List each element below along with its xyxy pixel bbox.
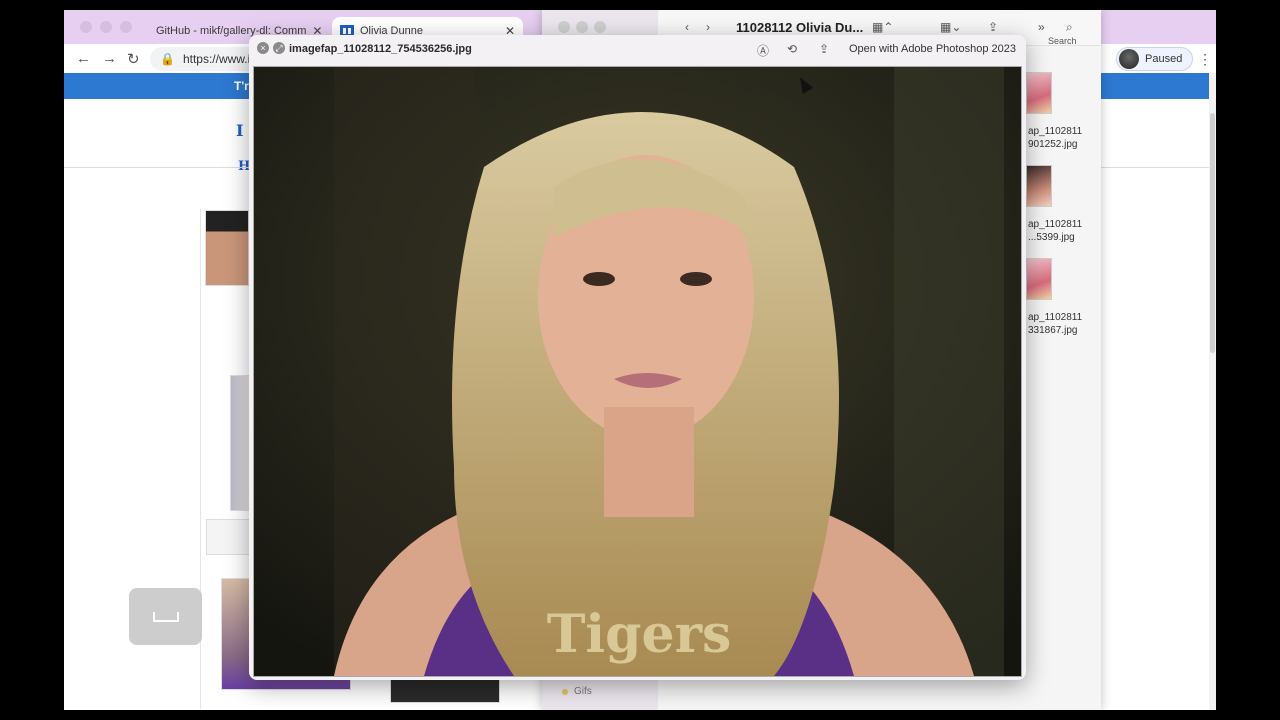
gallery-caption-box xyxy=(206,519,250,555)
open-with-photoshop-button[interactable]: Open with Adobe Photoshop 2023 xyxy=(849,43,1016,55)
file-name-line2: ...5399.jpg xyxy=(1028,232,1075,243)
search-icon[interactable]: ⌕ xyxy=(1066,20,1073,35)
close-icon[interactable]: × xyxy=(257,42,269,54)
back-arrow-icon[interactable]: ← xyxy=(76,50,91,67)
folder-icon xyxy=(562,689,568,695)
share-icon[interactable]: ⇪ xyxy=(988,20,998,34)
spacebar-key-overlay-icon xyxy=(129,588,202,645)
lock-icon: 🔒 xyxy=(160,52,175,66)
page-scrollbar[interactable] xyxy=(1209,73,1216,710)
file-thumbnail[interactable] xyxy=(1026,258,1052,300)
quick-look-toolbar: × ⤢ imagefap_11028112_754536256.jpg Ⓐ ⟲ … xyxy=(249,35,1026,63)
group-icon[interactable]: ▦⌄ xyxy=(940,20,961,34)
desktop-screen: GitHub - mikf/gallery-dl: Comm ✕ Olivia … xyxy=(64,10,1216,710)
back-chevron-icon[interactable]: ‹ xyxy=(685,20,689,34)
file-name-line2: 331867.jpg xyxy=(1028,325,1078,336)
preview-photo: Tigers xyxy=(253,66,1022,677)
rotate-icon[interactable]: ⟲ xyxy=(787,42,797,56)
site-heading: I xyxy=(236,121,244,140)
maximize-window-button[interactable] xyxy=(120,21,132,33)
share-icon[interactable]: ⇪ xyxy=(819,42,829,56)
close-window-button[interactable] xyxy=(80,21,92,33)
portrait-photo: Tigers xyxy=(254,67,1021,676)
fullscreen-icon[interactable]: ⤢ xyxy=(273,42,285,54)
forward-chevron-icon[interactable]: › xyxy=(706,20,710,34)
view-grid-icon[interactable]: ▦⌃ xyxy=(872,20,893,34)
scrollbar-thumb[interactable] xyxy=(1210,113,1215,353)
banner-text: T'r xyxy=(234,79,249,93)
file-name-line2: 901252.jpg xyxy=(1028,139,1078,150)
quick-look-filename: imagefap_11028112_754536256.jpg xyxy=(289,43,472,55)
maximize-window-button[interactable] xyxy=(594,21,606,33)
quick-look-window: × ⤢ imagefap_11028112_754536256.jpg Ⓐ ⟲ … xyxy=(249,35,1026,680)
finder-title: 11028112 Olivia Du... xyxy=(736,20,864,35)
file-name-line1: ap_1102811 xyxy=(1028,219,1083,230)
reload-icon[interactable]: ↻ xyxy=(127,50,140,68)
gallery-thumbnail[interactable] xyxy=(230,375,250,511)
jersey-text: Tigers xyxy=(547,604,732,665)
profile-status: Paused xyxy=(1145,53,1183,65)
file-thumbnail[interactable] xyxy=(1026,72,1052,114)
file-name-line1: ap_1102811 xyxy=(1028,126,1083,137)
file-thumbnail[interactable] xyxy=(1026,165,1052,207)
markup-icon[interactable]: Ⓐ xyxy=(757,42,769,59)
search-label: Search xyxy=(1048,36,1077,46)
address-bar-url: https://www.i xyxy=(182,52,251,66)
sidebar-item-gifs[interactable]: Gifs xyxy=(574,686,592,697)
more-menu-icon[interactable]: ⋮ xyxy=(1198,51,1212,68)
profile-button[interactable]: Paused xyxy=(1116,47,1194,71)
more-chevron-icon[interactable]: » xyxy=(1038,20,1045,34)
minimize-window-button[interactable] xyxy=(100,21,112,33)
forward-arrow-icon[interactable]: → xyxy=(102,50,117,67)
avatar xyxy=(1119,49,1139,69)
minimize-window-button[interactable] xyxy=(576,21,588,33)
file-name-line1: ap_1102811 xyxy=(1028,312,1083,323)
close-window-button[interactable] xyxy=(558,21,570,33)
uploader-avatar[interactable] xyxy=(205,210,249,286)
